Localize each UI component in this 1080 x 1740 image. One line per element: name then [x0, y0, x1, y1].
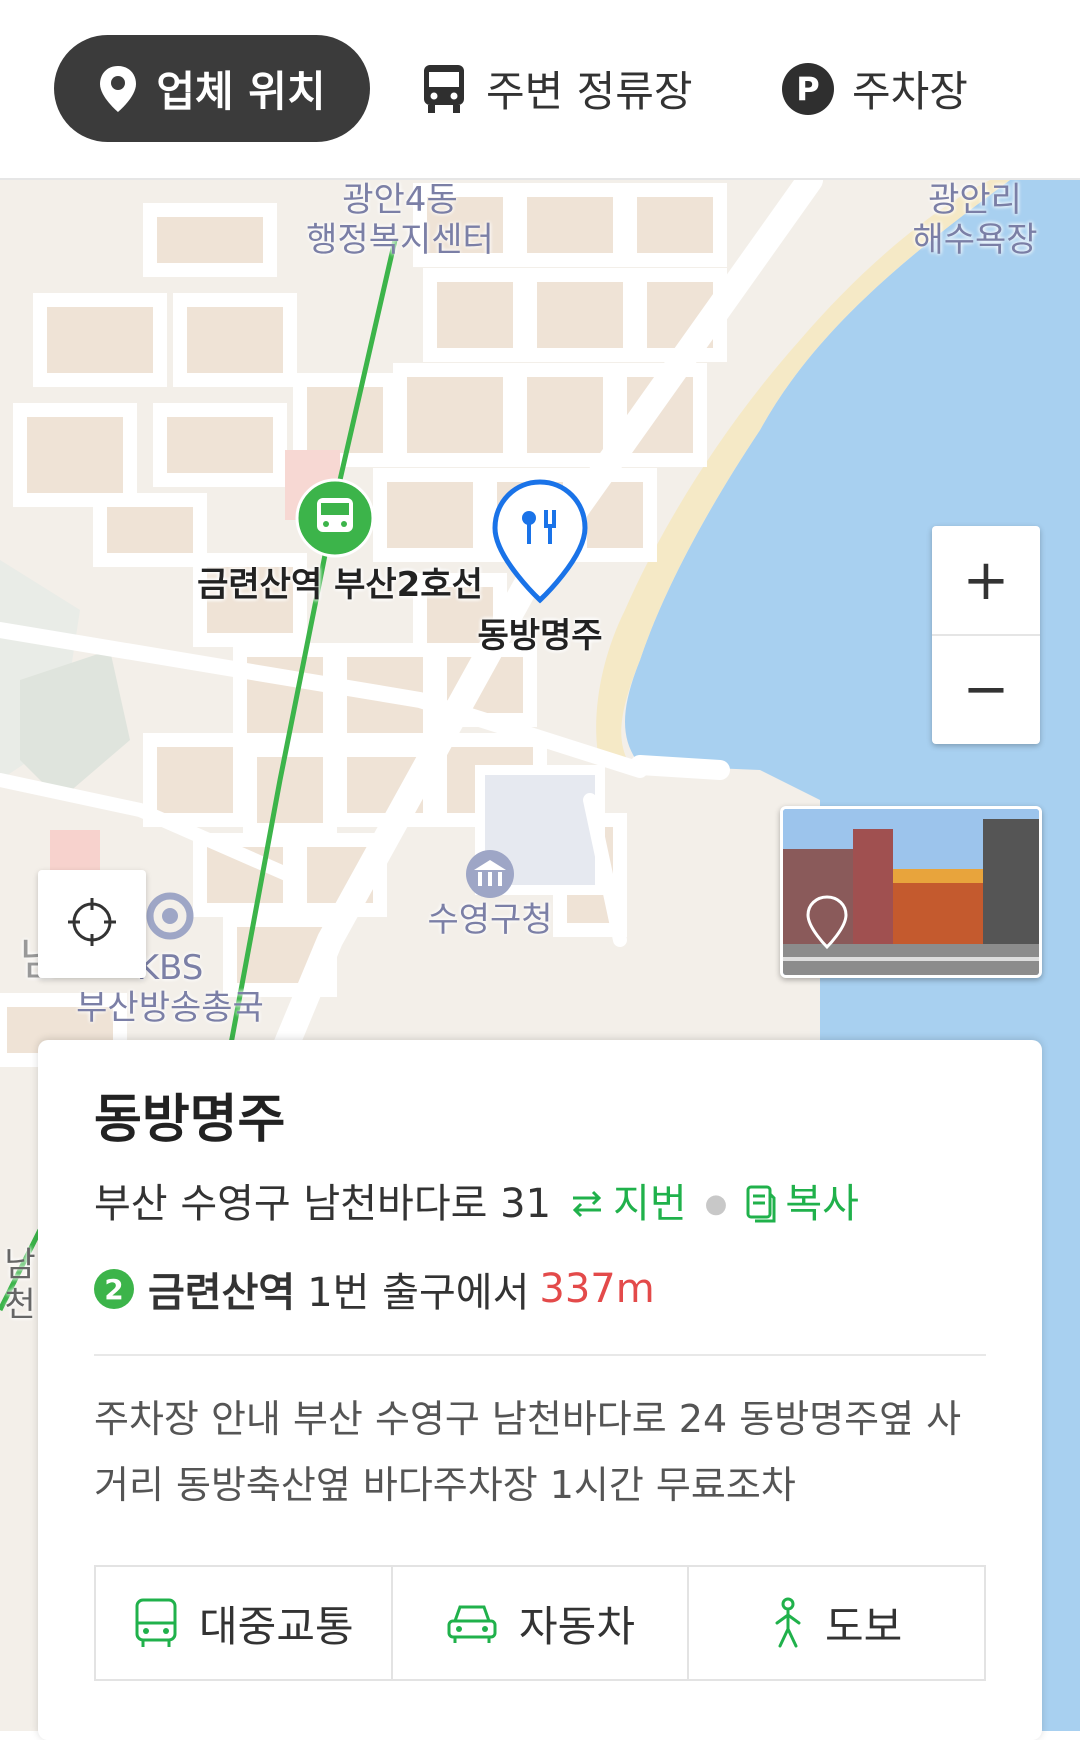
station-name: 금련산역: [148, 1270, 296, 1316]
route-walk-label: 도보: [825, 1601, 903, 1651]
map-label-area2: 남천: [4, 1245, 36, 1325]
subway-line-badge: 2: [94, 1269, 134, 1309]
jibun-label: 지번: [613, 1181, 687, 1227]
divider: [94, 1354, 986, 1356]
address-text: 부산 수영구 남천바다로 31: [94, 1181, 552, 1227]
tab-business-location[interactable]: 업체 위치: [54, 35, 370, 142]
separator-dot: ●: [704, 1189, 728, 1219]
nearest-station-row: 2 금련산역 1번 출구에서 337m: [94, 1260, 986, 1318]
map-label-beach: 광안리 해수욕장: [912, 180, 1038, 260]
map-label-district-office: 수영구청: [427, 900, 553, 940]
location-pin-icon: [98, 64, 138, 114]
current-location-button[interactable]: [38, 870, 146, 978]
tab-parking[interactable]: P 주차장: [782, 35, 968, 142]
map-label-place: 동방명주: [477, 616, 603, 656]
walk-icon: [771, 1597, 805, 1649]
zoom-controls: + −: [932, 526, 1040, 744]
address-row: 부산 수영구 남천바다로 31 지번 ● 복사: [94, 1178, 986, 1230]
route-buttons: 대중교통 자동차 도보: [94, 1565, 986, 1681]
place-info-card: 동방명주 부산 수영구 남천바다로 31 지번 ● 복사 2 금련산역 1번 출…: [38, 1040, 1042, 1740]
tab-nearby-stops[interactable]: 주변 정류장: [420, 35, 693, 142]
car-icon: [445, 1601, 499, 1645]
swap-icon: [569, 1189, 605, 1219]
copy-icon: [745, 1184, 777, 1224]
bus-icon: [420, 63, 468, 115]
map-label-station: 금련산역 부산2호선: [197, 565, 483, 605]
zoom-in-button[interactable]: +: [932, 526, 1040, 634]
route-walk-button[interactable]: 도보: [687, 1567, 984, 1679]
exit-text: 1번 출구에서: [307, 1270, 530, 1316]
street-view-thumbnail[interactable]: [780, 806, 1042, 978]
place-name: 동방명주: [94, 1090, 286, 1150]
route-transit-button[interactable]: 대중교통: [96, 1567, 391, 1679]
map-label-gwangan4-center: 광안4동 행정복지센터: [306, 180, 494, 260]
street-view-pin-icon: [805, 894, 849, 954]
jibun-button[interactable]: 지번: [569, 1178, 687, 1230]
route-car-label: 자동차: [519, 1601, 635, 1651]
parking-description: 주차장 안내 부산 수영구 남천바다로 24 동방명주옆 사거리 동방축산옆 바…: [94, 1397, 962, 1507]
distance-text: 337m: [539, 1266, 655, 1312]
route-transit-label: 대중교통: [199, 1601, 354, 1651]
crosshair-icon: [66, 896, 118, 952]
location-tabs: 업체 위치 주변 정류장 P 주차장: [0, 0, 1080, 180]
copy-label: 복사: [785, 1181, 859, 1227]
tab-parking-label: 주차장: [852, 67, 968, 116]
copy-button[interactable]: 복사: [745, 1178, 859, 1230]
tab-business-location-label: 업체 위치: [156, 67, 326, 116]
zoom-out-button[interactable]: −: [932, 634, 1040, 742]
route-car-button[interactable]: 자동차: [390, 1567, 688, 1679]
tab-nearby-stops-label: 주변 정류장: [486, 67, 693, 116]
parking-icon: P: [782, 62, 834, 115]
bus-outline-icon: [133, 1597, 179, 1649]
